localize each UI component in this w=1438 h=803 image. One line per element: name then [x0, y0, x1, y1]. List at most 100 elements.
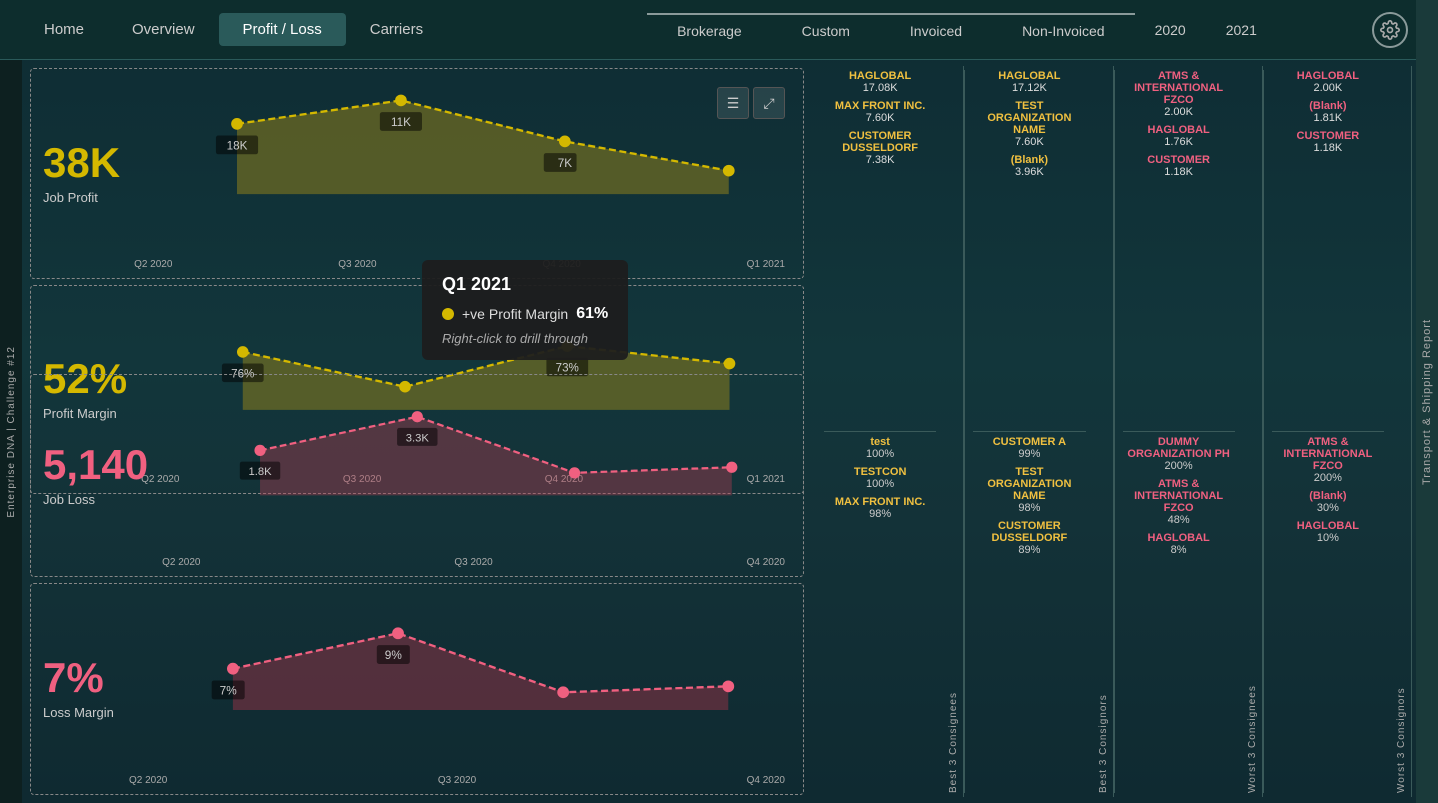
best-consignors-wrapper: HAGLOBAL 17.12K TEST ORGANIZATION NAME 7… [965, 66, 1113, 797]
wc-val-6: 8% [1123, 544, 1235, 556]
tooltip-metric-value: 61% [576, 305, 608, 323]
svg-text:18K: 18K [227, 140, 248, 153]
nav-brokerage[interactable]: Brokerage [647, 13, 772, 47]
svg-text:73%: 73% [556, 363, 579, 375]
bcr-val-3: 3.96K [973, 166, 1085, 178]
bcr-val-1: 17.12K [973, 82, 1085, 94]
wc-name-2: HAGLOBAL [1123, 124, 1235, 136]
job-profit-svg: 18K 11K 7K [124, 77, 795, 241]
nav-left: Home Overview Profit / Loss Carriers [20, 13, 447, 46]
x-q1-2021: Q1 2021 [747, 259, 785, 270]
job-loss-chart: 1.8K 3.3K Q2 2020 Q3 2020 Q4 2020 [152, 383, 795, 568]
report-title-label: Transport & Shipping Report [1421, 319, 1433, 485]
job-profit-section: 38K Job Profit [30, 68, 804, 279]
bc-name-1: HAGLOBAL [824, 70, 936, 82]
wc-item-5: ATMS & INTERNATIONAL FZCO 48% [1123, 478, 1235, 526]
right-panel: HAGLOBAL 17.08K MAX FRONT INC. 7.60K CUS… [812, 60, 1416, 803]
wc-item-3: CUSTOMER 1.18K [1123, 154, 1235, 178]
bc-val-6: 98% [824, 508, 936, 520]
wc-item-1: ATMS & INTERNATIONAL FZCO 2.00K [1123, 70, 1235, 118]
bc-item-6: MAX FRONT INC. 98% [824, 496, 936, 520]
svg-text:11K: 11K [391, 116, 411, 129]
nav-custom[interactable]: Custom [772, 13, 880, 47]
wcr-name-4: ATMS & INTERNATIONAL FZCO [1272, 436, 1384, 472]
nav-overview[interactable]: Overview [108, 13, 219, 46]
best-consignees-data: HAGLOBAL 17.08K MAX FRONT INC. 7.60K CUS… [816, 66, 944, 797]
nav-year-2021[interactable]: 2021 [1206, 14, 1277, 46]
bc-name-6: MAX FRONT INC. [824, 496, 936, 508]
wc-val-2: 1.76K [1123, 136, 1235, 148]
bcr-val-2: 7.60K [973, 136, 1085, 148]
wcr-name-3: CUSTOMER [1272, 130, 1384, 142]
best-consignors-label: Best 3 Consignors [1094, 66, 1114, 797]
wc-name-3: CUSTOMER [1123, 154, 1235, 166]
wcr-item-6: HAGLOBAL 10% [1272, 520, 1384, 544]
bc-item-1: HAGLOBAL 17.08K [824, 70, 936, 94]
nav-invoiced[interactable]: Invoiced [880, 13, 992, 47]
nav-icon-area [1372, 12, 1418, 48]
wc-val-3: 1.18K [1123, 166, 1235, 178]
job-profit-chart: 18K 11K 7K Q2 2020 Q3 2020 Q4 2020 Q1 20… [124, 77, 795, 270]
bcr-name-1: HAGLOBAL [973, 70, 1085, 82]
tooltip-row: +ve Profit Margin 61% [442, 305, 608, 323]
nav-home[interactable]: Home [20, 13, 108, 46]
worst-consignees-label: Worst 3 Consignees [1243, 66, 1263, 797]
wcr-item-3: CUSTOMER 1.18K [1272, 130, 1384, 154]
wcr-item-1: HAGLOBAL 2.00K [1272, 70, 1384, 94]
wc-name-5: ATMS & INTERNATIONAL FZCO [1123, 478, 1235, 514]
svg-text:7K: 7K [558, 157, 573, 170]
chart-tooltip: Q1 2021 +ve Profit Margin 61% Right-clic… [422, 260, 628, 360]
job-loss-xaxis: Q2 2020 Q3 2020 Q4 2020 [152, 557, 795, 568]
bcr-val-6: 89% [973, 544, 1085, 556]
x-q2-2020: Q2 2020 [134, 259, 172, 270]
wc-upper: ATMS & INTERNATIONAL FZCO 2.00K HAGLOBAL… [1123, 70, 1235, 432]
bcr-item-1: HAGLOBAL 17.12K [973, 70, 1085, 94]
wc-item-2: HAGLOBAL 1.76K [1123, 124, 1235, 148]
nav-bar: Home Overview Profit / Loss Carriers Bro… [0, 0, 1438, 60]
bc-name-2: MAX FRONT INC. [824, 100, 936, 112]
nav-year-2020[interactable]: 2020 [1135, 14, 1206, 46]
wcr-upper: HAGLOBAL 2.00K (Blank) 1.81K CUSTOMER 1.… [1272, 70, 1384, 432]
loss-margin-metric: 7% Loss Margin [39, 592, 119, 786]
wcr-lower: ATMS & INTERNATIONAL FZCO 200% (Blank) 3… [1272, 432, 1384, 793]
wcr-item-5: (Blank) 30% [1272, 490, 1384, 514]
nav-non-invoiced[interactable]: Non-Invoiced [992, 13, 1135, 47]
loss-margin-svg: 7% 9% [119, 592, 795, 757]
loss-margin-chart: 7% 9% Q2 2020 Q3 2020 Q4 2020 [119, 592, 795, 786]
tooltip-dot-icon [442, 308, 454, 320]
bcr-item-5: TEST ORGANIZATION NAME 98% [973, 466, 1085, 514]
svg-text:7%: 7% [220, 684, 238, 697]
chart-list-icon[interactable]: ☰ [717, 87, 749, 119]
nav-carriers[interactable]: Carriers [346, 13, 447, 46]
svg-text:9%: 9% [385, 649, 403, 662]
bc-name-3: CUSTOMER DUSSELDORF [824, 130, 936, 154]
bcr-name-2: TEST ORGANIZATION NAME [973, 100, 1085, 136]
bcr-item-6: CUSTOMER DUSSELDORF 89% [973, 520, 1085, 556]
tooltip-title: Q1 2021 [442, 274, 608, 295]
wc-val-1: 2.00K [1123, 106, 1235, 118]
jl-x-q4: Q4 2020 [747, 557, 785, 568]
wc-item-6: HAGLOBAL 8% [1123, 532, 1235, 556]
side-label-left: Enterprise DNA | Challenge #12 [0, 60, 22, 803]
bc-name-4: test [824, 436, 936, 448]
bcr-val-4: 99% [973, 448, 1085, 460]
wcr-val-1: 2.00K [1272, 82, 1384, 94]
bcr-val-5: 98% [973, 502, 1085, 514]
nav-profit-loss[interactable]: Profit / Loss [219, 13, 346, 46]
lm-x-q3: Q3 2020 [438, 775, 476, 786]
bc-val-5: 100% [824, 478, 936, 490]
bcr-item-4: CUSTOMER A 99% [973, 436, 1085, 460]
bc-item-4: test 100% [824, 436, 936, 460]
bcr-item-2: TEST ORGANIZATION NAME 7.60K [973, 100, 1085, 148]
bcr-name-5: TEST ORGANIZATION NAME [973, 466, 1085, 502]
settings-icon[interactable] [1372, 12, 1408, 48]
worst-consignors-data: HAGLOBAL 2.00K (Blank) 1.81K CUSTOMER 1.… [1264, 66, 1392, 797]
job-profit-value: 38K [43, 142, 120, 184]
wcr-name-2: (Blank) [1272, 100, 1384, 112]
chart-expand-icon[interactable]: ⤢ [753, 87, 785, 119]
bc-lower: test 100% TESTCON 100% MAX FRONT INC. 98… [824, 432, 936, 793]
nav-right: Brokerage Custom Invoiced Non-Invoiced 2… [647, 13, 1277, 47]
bcr-name-6: CUSTOMER DUSSELDORF [973, 520, 1085, 544]
side-label-right: Transport & Shipping Report [1416, 0, 1438, 803]
bc-val-4: 100% [824, 448, 936, 460]
